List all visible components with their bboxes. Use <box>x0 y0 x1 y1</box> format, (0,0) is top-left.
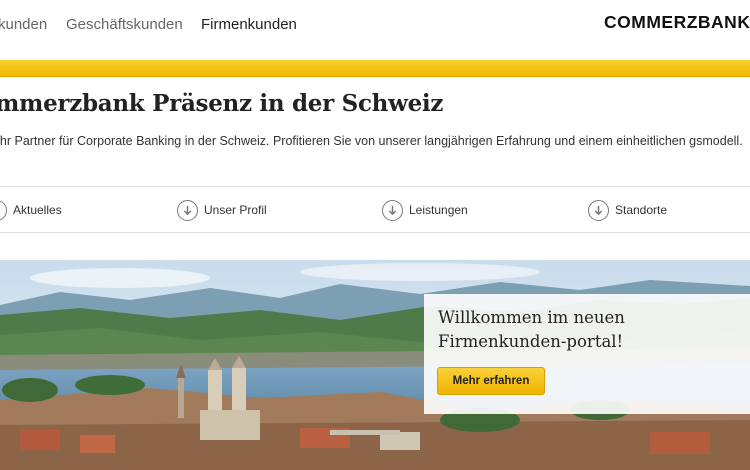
anchor-label: Unser Profil <box>204 203 267 217</box>
anchor-aktuelles[interactable]: Aktuelles <box>0 199 62 221</box>
anchor-standorte[interactable]: Standorte <box>588 199 667 221</box>
welcome-title: Willkommen im neuen Firmenkunden-portal! <box>438 308 625 351</box>
commerzbank-logo[interactable]: COMMERZBANK <box>604 12 750 33</box>
intro-text: d Ihr Partner für Corporate Banking in d… <box>0 134 743 148</box>
welcome-teaser: Willkommen im neuen Firmenkunden-portal!… <box>424 294 750 414</box>
anchor-label: Leistungen <box>409 203 468 217</box>
arrow-down-circle-icon <box>177 199 198 221</box>
arrow-down-circle-icon <box>382 199 403 221</box>
anchor-navigation: Aktuelles Unser Profil Leistungen Stando… <box>0 186 750 233</box>
anchor-leistungen[interactable]: Leistungen <box>382 199 468 221</box>
mehr-erfahren-button[interactable]: Mehr erfahren <box>437 367 545 395</box>
arrow-down-circle-icon <box>0 199 7 221</box>
anchor-unser-profil[interactable]: Unser Profil <box>177 199 267 221</box>
brand-yellow-band <box>0 60 750 77</box>
nav-privatkunden[interactable]: kunden <box>0 16 47 33</box>
page-title: mmerzbank Präsenz in der Schweiz <box>0 90 444 117</box>
top-navigation: kunden Geschäftskunden Firmenkunden COMM… <box>0 0 750 60</box>
nav-geschaeftskunden[interactable]: Geschäftskunden <box>66 16 183 33</box>
anchor-label: Aktuelles <box>13 203 62 217</box>
anchor-label: Standorte <box>615 203 668 217</box>
arrow-down-circle-icon <box>588 199 609 221</box>
nav-firmenkunden[interactable]: Firmenkunden <box>201 16 297 33</box>
